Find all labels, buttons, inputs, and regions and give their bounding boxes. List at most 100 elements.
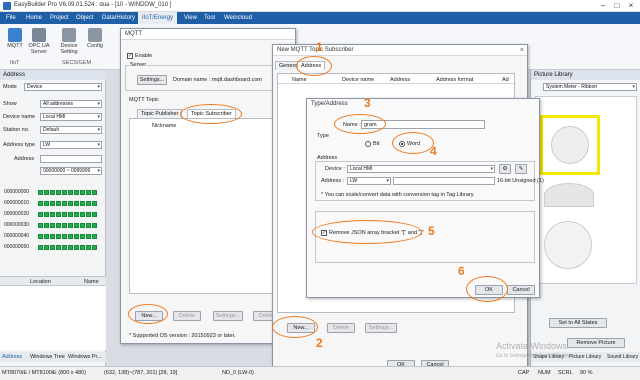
address-label: Address (14, 156, 35, 162)
enable-label: Enable (135, 53, 153, 59)
address-row[interactable]: 000000020 (4, 210, 104, 219)
addr-label: Address : (321, 178, 345, 184)
annotation-ring-4 (392, 132, 434, 154)
enable-checkbox[interactable]: ✓ (127, 53, 133, 59)
bit-cells (38, 234, 98, 243)
bit-cells (38, 212, 98, 221)
address-row[interactable]: 000000050 (4, 243, 104, 252)
show-select[interactable]: All addresses ▾ (40, 100, 102, 108)
cancel-button[interactable]: Cancel (507, 285, 535, 295)
annotation-ring-1 (296, 56, 332, 76)
menu-project[interactable]: Project (46, 12, 73, 24)
bit-cells (38, 245, 98, 254)
mqtt-topic-label: MQTT Topic (129, 97, 159, 103)
menu-object[interactable]: Object (72, 12, 97, 24)
title-bar: EasyBuilder Pro V6.09.01.524 : dua - [10… (0, 0, 640, 12)
gear-icon: ⚙ (502, 166, 508, 172)
server-settings-button[interactable]: Settings... (137, 75, 167, 85)
address-format: 16-bit Unsigned (1) (497, 178, 544, 184)
station-select[interactable]: Default ▾ (40, 126, 102, 134)
chevron-down-icon: ▾ (97, 114, 100, 120)
picture-item-selected[interactable] (540, 115, 600, 175)
settings-button[interactable]: Settings... (365, 323, 397, 333)
annotation-label-1: 1 (316, 40, 323, 54)
dialog-title: Type/Address (307, 99, 539, 110)
remove-picture-button[interactable]: Remove Picture (567, 338, 625, 348)
delete-button[interactable]: Delete (327, 323, 355, 333)
minimize-icon[interactable]: – (596, 1, 610, 11)
tab-address[interactable]: Address (2, 354, 22, 360)
address-input[interactable] (40, 155, 102, 163)
tab-sound-library[interactable]: Sound Library (607, 354, 638, 360)
column-address: Address (390, 77, 411, 83)
device-label: Device : (325, 166, 345, 172)
meter-image[interactable] (544, 183, 594, 207)
bit-radio[interactable] (365, 141, 371, 147)
subscriber-list: Nickname (129, 118, 289, 294)
address-panel: Address Mode Device ▾ Show All addresses ▾… (0, 70, 106, 366)
annotation-ring-new (128, 304, 168, 324)
chevron-down-icon: ▾ (632, 84, 635, 90)
left-tabs: Address Windows Tree Windows Pr... (0, 352, 106, 362)
menu-file[interactable]: File (2, 12, 20, 24)
bit-cells (38, 190, 98, 199)
annotation-ring-tab (180, 104, 242, 124)
opc-ua-server-button[interactable]: OPC UA Server (26, 28, 52, 55)
tab-topic-publisher[interactable]: Topic Publisher (137, 109, 183, 118)
device-name-select[interactable]: Local HMI ▾ (40, 113, 102, 121)
address-row[interactable]: 000000010 (4, 199, 104, 208)
annotation-label-4: 4 (430, 144, 437, 158)
maximize-icon[interactable]: □ (610, 1, 624, 11)
picture-grid (535, 96, 637, 284)
delete-button[interactable]: Delete (173, 311, 201, 321)
device-setting-icon (62, 28, 76, 42)
menu-data-history[interactable]: Data/History (98, 12, 139, 24)
domain-text: Domain name : mqtt.dashboard.com (173, 77, 262, 83)
meter-image[interactable] (544, 221, 592, 269)
address-row[interactable]: 000000040 (4, 232, 104, 241)
column-name: Name (292, 77, 307, 83)
num-indicator: NUM (538, 370, 551, 376)
menu-tool[interactable]: Tool (200, 12, 219, 24)
picture-library-select[interactable]: System Meter - Ribbon ▾ (543, 83, 637, 91)
dialog-title: MQTT (121, 29, 295, 40)
annotation-label-6: 6 (458, 264, 465, 278)
column-address-format: Address format (436, 77, 474, 83)
address-type-select[interactable]: LW ▾ (347, 177, 391, 185)
address-type-select[interactable]: LW ▾ (40, 141, 102, 149)
chevron-down-icon: ▾ (97, 101, 100, 107)
caps-indicator: CAP (518, 370, 530, 376)
menu-view[interactable]: View (180, 12, 201, 24)
address-row[interactable]: 000000030 (4, 221, 104, 230)
settings-button[interactable]: Settings... (213, 311, 243, 321)
menu-iiot-energy[interactable]: IIoT/Energy (138, 12, 178, 24)
tab-windows-tree[interactable]: Windows Tree (30, 354, 65, 360)
set-to-all-states-button[interactable]: Set to All States (549, 318, 607, 328)
group-iiot: IIoT (10, 60, 20, 66)
opc-ua-icon (32, 28, 46, 42)
device-edit-button[interactable]: ✎ (515, 164, 527, 174)
menu-home[interactable]: Home (22, 12, 46, 24)
app-icon (3, 2, 11, 10)
address-value-input[interactable] (393, 177, 495, 185)
chevron-down-icon: ▾ (490, 166, 493, 172)
column-device-name: Device name (342, 77, 375, 83)
mqtt-button[interactable]: MQTT (2, 28, 28, 49)
address-row[interactable]: 000000000 (4, 188, 104, 197)
device-setting-button[interactable]: Device Setting (56, 28, 82, 55)
device-select[interactable]: Local HMI ▾ (347, 165, 495, 173)
menu-weincloud[interactable]: Weincloud (220, 12, 256, 24)
device-settings-button[interactable]: ⚙ (499, 164, 511, 174)
tab-windows-preview[interactable]: Windows Pr... (68, 354, 102, 360)
close-icon[interactable]: × (520, 45, 524, 56)
bit-label: Bit (373, 141, 380, 147)
status-bar: MT8070iE / MT8100iE (800 x 480) (632, 13… (0, 366, 640, 380)
zoom-level[interactable]: 90 % (580, 370, 593, 376)
address-range-select[interactable]: 00000000 ~ 0099999 ▾ (40, 167, 102, 175)
mode-select[interactable]: Device ▾ (24, 83, 102, 91)
chevron-down-icon: ▾ (97, 127, 100, 133)
config-button[interactable]: Config (82, 28, 108, 49)
activate-windows-subtext: Go to Settings to activate Windows. (496, 353, 575, 359)
address-status: ND_0 (LW-0) (222, 370, 254, 376)
close-icon[interactable]: × (624, 1, 638, 11)
